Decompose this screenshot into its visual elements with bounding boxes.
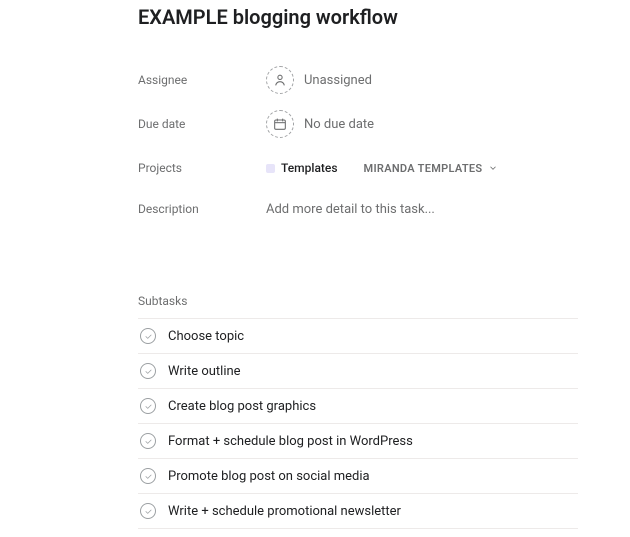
check-circle-icon[interactable] [140,503,156,519]
check-circle-icon[interactable] [140,363,156,379]
person-icon [266,66,294,94]
subtask-title: Create blog post graphics [168,399,576,414]
check-circle-icon[interactable] [140,328,156,344]
subtask-row[interactable]: Write + schedule promotional newsletter [138,494,578,529]
subtask-row[interactable]: Promote blog post on social media [138,459,578,494]
check-circle-icon[interactable] [140,433,156,449]
due-date-field[interactable]: Due date No due date [138,102,578,146]
subtasks-section: Subtasks Choose topic Write outline Create… [138,294,578,529]
project-chip-label: Templates [281,161,338,175]
project-color-icon [266,164,275,173]
subtask-row[interactable]: Format + schedule blog post in WordPress [138,424,578,459]
calendar-icon [266,110,294,138]
due-date-label: Due date [138,117,266,131]
assignee-value: Unassigned [266,66,372,94]
project-section-dropdown[interactable]: MIRANDA TEMPLATES [364,162,499,175]
assignee-placeholder-text: Unassigned [304,73,372,88]
assignee-label: Assignee [138,73,266,87]
subtask-title: Format + schedule blog post in WordPress [168,434,576,449]
projects-field: Projects Templates MIRANDA TEMPLATES [138,146,578,190]
project-chip[interactable]: Templates [266,161,338,175]
description-label: Description [138,202,266,216]
subtask-row[interactable]: Choose topic [138,319,578,354]
subtask-row[interactable]: Write outline [138,354,578,389]
subtask-title: Promote blog post on social media [168,469,576,484]
due-date-placeholder-text: No due date [304,117,374,132]
check-circle-icon[interactable] [140,398,156,414]
description-field: Description Add more detail to this task… [138,190,578,242]
projects-label: Projects [138,161,266,175]
subtask-title: Write + schedule promotional newsletter [168,504,576,519]
assignee-field[interactable]: Assignee Unassigned [138,58,578,102]
projects-value: Templates MIRANDA TEMPLATES [266,161,498,175]
due-date-value: No due date [266,110,374,138]
task-detail-pane: EXAMPLE blogging workflow Assignee Unass… [0,4,630,529]
task-title[interactable]: EXAMPLE blogging workflow [138,4,578,30]
subtask-title: Write outline [168,364,576,379]
check-circle-icon[interactable] [140,468,156,484]
subtask-row[interactable]: Create blog post graphics [138,389,578,424]
chevron-down-icon [488,163,498,173]
subtasks-header: Subtasks [138,294,578,308]
description-input[interactable]: Add more detail to this task... [266,202,578,242]
subtask-title: Choose topic [168,329,576,344]
project-section-label: MIRANDA TEMPLATES [364,162,483,175]
subtask-list: Choose topic Write outline Create blog pos… [138,318,578,529]
